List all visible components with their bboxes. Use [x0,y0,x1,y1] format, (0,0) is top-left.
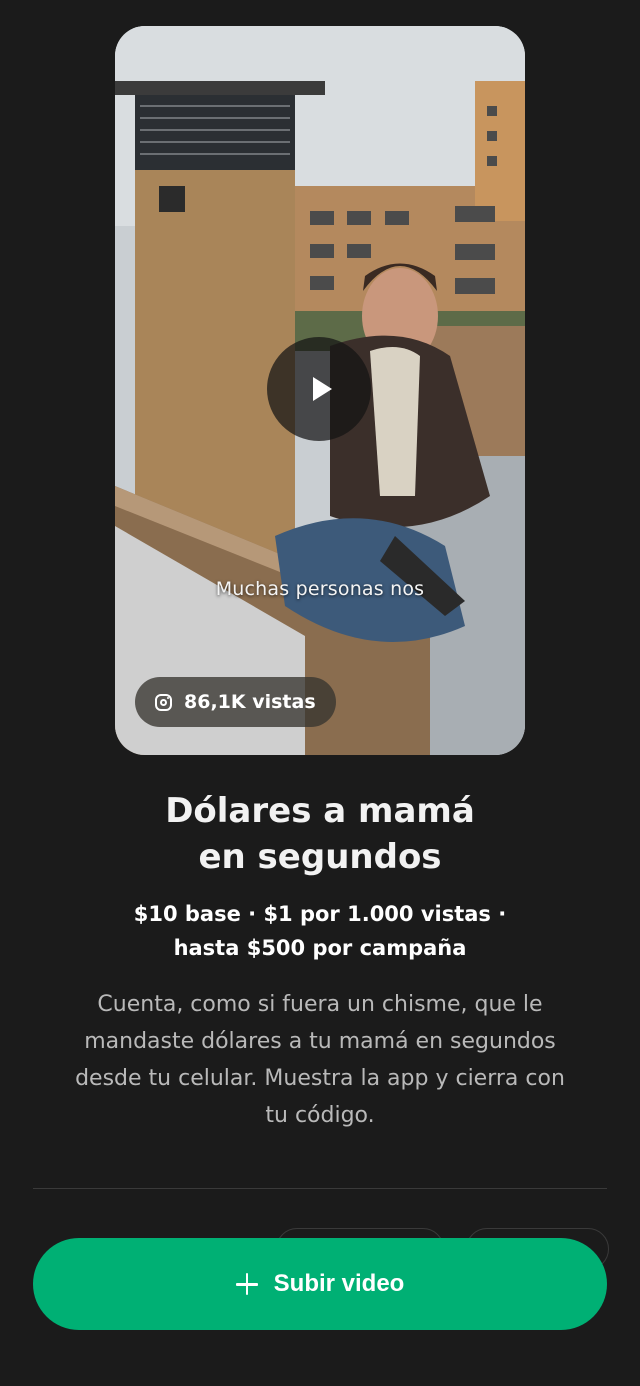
description-line: mandaste dólares a tu mamá en segundos [84,1029,556,1054]
video-preview[interactable]: Muchas personas nos 86,1K vistas [115,26,525,755]
description-line: tu código. [265,1103,375,1128]
views-count: 86,1K vistas [184,691,316,713]
campaign-title-line: en segundos [198,837,442,877]
views-badge: 86,1K vistas [135,677,336,727]
plus-icon [235,1273,258,1295]
campaign-pricing: $10 base · $1 por 1.000 vistas · hasta $… [0,897,640,965]
video-caption: Muchas personas nos [215,578,425,600]
upload-video-label: Subir video [273,1270,405,1297]
upload-video-button[interactable]: Subir video [33,1238,607,1330]
campaign-description: Cuenta, como si fuera un chisme, que le … [40,986,600,1134]
campaign-title-line: Dólares a mamá [165,791,475,831]
play-icon [312,377,332,401]
description-line: desde tu celular. Muestra la app y cierr… [75,1066,565,1091]
campaign-detail-page: Muchas personas nos 86,1K vistas Dólares… [0,0,640,1386]
campaign-title: Dólares a mamá en segundos [0,788,640,880]
instagram-icon [155,693,172,711]
section-divider [33,1188,607,1189]
pricing-line: hasta $500 por campaña [173,936,467,960]
play-button[interactable] [267,337,371,441]
description-line: Cuenta, como si fuera un chisme, que le [97,992,543,1017]
pricing-line: $10 base · $1 por 1.000 vistas · [133,902,507,926]
